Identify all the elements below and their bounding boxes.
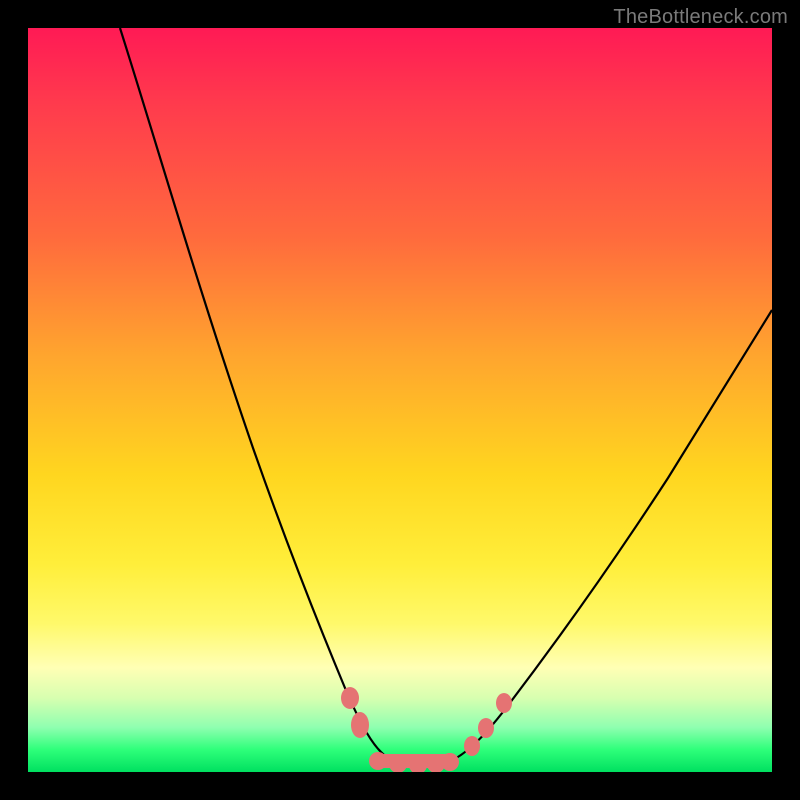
curve-right-branch — [443, 310, 772, 764]
bead-marker — [441, 753, 459, 771]
bead-marker — [464, 736, 480, 756]
curve-left-branch — [120, 28, 388, 758]
watermark-text: TheBottleneck.com — [613, 6, 788, 29]
bead-marker — [351, 712, 369, 738]
outer-frame: TheBottleneck.com — [0, 0, 800, 800]
bead-marker — [369, 752, 387, 770]
bead-marker — [496, 693, 512, 713]
plot-area — [28, 28, 772, 772]
curve-svg — [28, 28, 772, 772]
bead-marker — [478, 718, 494, 738]
bead-marker — [341, 687, 359, 709]
